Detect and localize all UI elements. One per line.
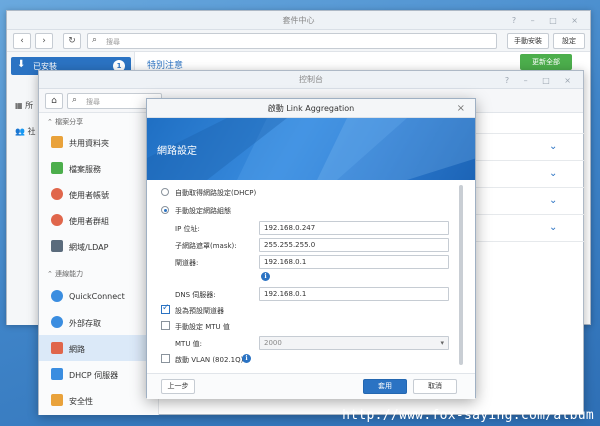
sidebar-item-label: 使用者群組 xyxy=(69,217,109,226)
sidebar-item-quickconnect[interactable]: QuickConnect xyxy=(39,283,158,309)
sidebar-item-community[interactable]: 👥 社 xyxy=(15,126,36,144)
window-title: 套件中心 xyxy=(7,11,590,30)
cancel-button[interactable]: 取消 xyxy=(413,379,457,394)
section-header-file-sharing: ⌃ 檔案分享 xyxy=(47,118,84,126)
vlan-label: 啟動 VLAN (802.1Q) xyxy=(175,356,244,364)
sidebar-item-dhcp-server[interactable]: DHCP 伺服器 xyxy=(39,361,158,387)
dialog-body: 自動取得網路設定(DHCP) 手動設定網路組態 IP 位址: 192.168.0… xyxy=(147,180,463,373)
grid-icon: ▦ xyxy=(15,101,23,110)
search-icon: ⌕ xyxy=(72,95,78,105)
domain-ldap-icon xyxy=(51,240,63,252)
sidebar-item-file-services[interactable]: 檔案服務 xyxy=(39,155,158,181)
chevron-down-icon[interactable]: ⌄ xyxy=(549,195,557,206)
file-services-icon xyxy=(51,162,63,174)
sidebar-item-label: 網路 xyxy=(69,345,85,354)
sidebar-item-label: 網域/LDAP xyxy=(69,243,109,252)
previous-button[interactable]: 上一步 xyxy=(161,379,195,394)
toolbar: ‹ › ↻ ⌕ 搜尋 手動安裝 設定 xyxy=(7,30,590,52)
dns-label: DNS 伺服器: xyxy=(175,291,216,299)
dialog-hero-banner: 網路設定 xyxy=(147,118,475,180)
collapse-icon[interactable]: ⌃ xyxy=(47,270,55,278)
subnet-mask-field[interactable]: 255.255.255.0 xyxy=(259,238,449,252)
scrollbar[interactable] xyxy=(459,185,463,365)
network-icon xyxy=(51,342,63,354)
chevron-down-icon: ▾ xyxy=(440,339,444,347)
manual-mtu-checkbox[interactable] xyxy=(161,321,170,330)
ip-address-field[interactable]: 192.168.0.247 xyxy=(259,221,449,235)
link-aggregation-dialog: 啟動 Link Aggregation × 網路設定 自動取得網路設定(DHCP… xyxy=(146,98,476,399)
search-icon: ⌕ xyxy=(92,35,98,45)
mtu-select-value: 2000 xyxy=(264,339,282,347)
default-gateway-checkbox[interactable] xyxy=(161,303,170,314)
subnet-mask-label: 子網路遮罩(mask): xyxy=(175,242,237,250)
sidebar-item-label: 共用資料夾 xyxy=(69,139,109,148)
dns-server-field[interactable]: 192.168.0.1 xyxy=(259,287,449,301)
sidebar-item-shared-folder[interactable]: 共用資料夾 xyxy=(39,129,158,155)
back-button[interactable]: ‹ xyxy=(13,33,31,49)
user-icon xyxy=(51,188,63,200)
chevron-down-icon[interactable]: ⌄ xyxy=(549,168,557,179)
home-button[interactable]: ⌂ xyxy=(45,93,63,109)
group-icon xyxy=(51,214,63,226)
sidebar-item-label: 外部存取 xyxy=(69,319,101,328)
window-controls[interactable]: ? – □ × xyxy=(505,71,577,90)
external-access-icon xyxy=(51,316,63,328)
sidebar-item-label: 社 xyxy=(27,127,36,136)
watermark: http://www.fox-saying.com/album xyxy=(342,408,594,423)
people-icon: 👥 xyxy=(15,127,25,136)
sidebar-item-network[interactable]: 網路 xyxy=(39,335,158,361)
manual-install-button[interactable]: 手動安裝 xyxy=(507,33,549,49)
sidebar-item-group[interactable]: 使用者群組 xyxy=(39,207,158,233)
dhcp-server-icon xyxy=(51,368,63,380)
hero-title: 網路設定 xyxy=(157,146,197,157)
vlan-checkbox[interactable] xyxy=(161,354,170,363)
quickconnect-icon xyxy=(51,290,63,302)
shared-folder-icon xyxy=(51,136,63,148)
manual-config-radio[interactable] xyxy=(161,206,169,214)
home-icon: ⌂ xyxy=(51,96,57,106)
sidebar-item-user[interactable]: 使用者帳號 xyxy=(39,181,158,207)
sidebar-item-label: 使用者帳號 xyxy=(69,191,109,200)
search-input[interactable]: ⌕ 搜尋 xyxy=(87,33,497,49)
mtu-select[interactable]: 2000 ▾ xyxy=(259,336,449,350)
gateway-field[interactable]: 192.168.0.1 xyxy=(259,255,449,269)
apply-button[interactable]: 套用 xyxy=(363,379,407,394)
sidebar-item-label: DHCP 伺服器 xyxy=(69,371,119,380)
chevron-down-icon[interactable]: ⌄ xyxy=(549,222,557,233)
section-header-connectivity: ⌃ 連線能力 xyxy=(47,270,84,278)
sidebar-item-external-access[interactable]: 外部存取 xyxy=(39,309,158,335)
dhcp-radio[interactable] xyxy=(161,188,169,196)
gateway-label: 閘道器: xyxy=(175,259,199,267)
manual-mtu-label: 手動設定 MTU 值 xyxy=(175,323,230,331)
close-icon[interactable]: × xyxy=(457,99,465,118)
sidebar-item-label: 檔案服務 xyxy=(69,165,101,174)
search-placeholder: 搜尋 xyxy=(86,98,100,106)
settings-button[interactable]: 設定 xyxy=(553,33,585,49)
info-icon[interactable]: i xyxy=(242,354,251,363)
window-title: 控制台 xyxy=(39,71,583,89)
update-all-button[interactable]: 更新全部 xyxy=(520,54,572,70)
sidebar-item-label: QuickConnect xyxy=(69,292,125,301)
sidebar-item-label: 所 xyxy=(25,101,34,110)
info-icon[interactable]: i xyxy=(261,272,270,281)
control-panel-sidebar: ⌃ 檔案分享 共用資料夾 檔案服務 使用者帳號 使用者群組 網域/LDAP ⌃ … xyxy=(39,113,159,415)
refresh-button[interactable]: ↻ xyxy=(63,33,81,49)
security-icon xyxy=(51,394,63,406)
ip-label: IP 位址: xyxy=(175,225,200,233)
collapse-icon[interactable]: ⌃ xyxy=(47,118,55,126)
manual-config-label: 手動設定網路組態 xyxy=(175,207,231,215)
chevron-down-icon[interactable]: ⌄ xyxy=(549,141,557,152)
forward-button[interactable]: › xyxy=(35,33,53,49)
dialog-title: 啟動 Link Aggregation xyxy=(147,99,475,118)
sidebar-item-domain-ldap[interactable]: 網域/LDAP xyxy=(39,233,158,259)
mtu-value-label: MTU 值: xyxy=(175,340,203,348)
search-placeholder: 搜尋 xyxy=(106,38,120,46)
dialog-footer: 上一步 套用 取消 xyxy=(147,373,475,399)
default-gateway-label: 設為預設閘道器 xyxy=(175,307,224,315)
download-icon: ⬇ xyxy=(17,59,26,70)
sidebar-item-all[interactable]: ▦ 所 xyxy=(15,100,33,118)
window-controls[interactable]: ? – □ × xyxy=(512,11,584,30)
dhcp-option-label: 自動取得網路設定(DHCP) xyxy=(175,189,257,197)
